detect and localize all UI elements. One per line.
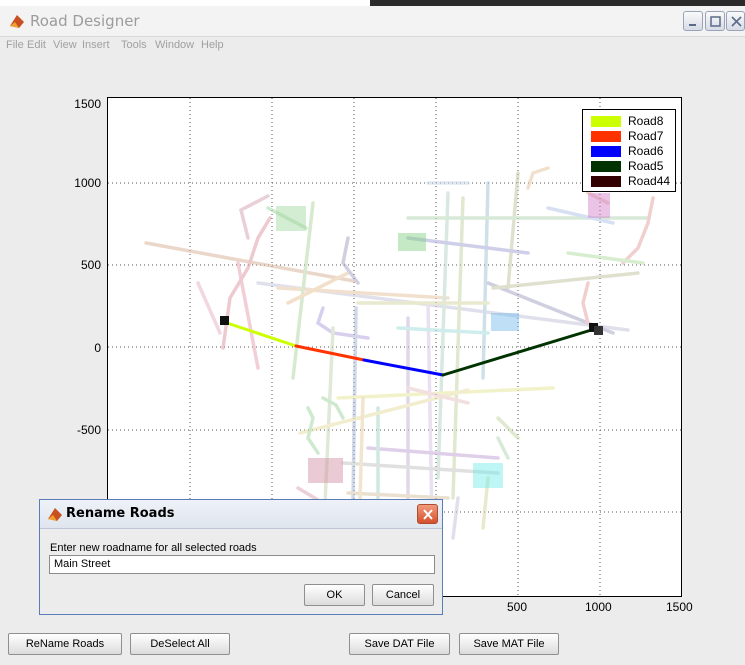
legend-swatch (591, 161, 621, 172)
legend-label: Road5 (628, 159, 664, 173)
save-mat-file-button[interactable]: Save MAT File (459, 633, 559, 655)
menu-window[interactable]: Window (155, 39, 194, 51)
menu-file[interactable]: File (6, 39, 24, 51)
dialog-title-bar[interactable]: Rename Roads (40, 500, 442, 529)
y-tick-label: 1000 (74, 176, 101, 190)
close-icon (731, 16, 742, 27)
menu-bar: File Edit View Insert Tools Window Help (0, 37, 745, 55)
dialog-prompt: Enter new roadname for all selected road… (50, 542, 257, 554)
menu-edit[interactable]: Edit (27, 39, 46, 51)
y-tick-label: -500 (76, 423, 101, 437)
title-bar[interactable]: Road Designer (0, 6, 745, 37)
menu-tools[interactable]: Tools (121, 39, 147, 51)
legend-swatch (591, 176, 621, 187)
x-tick-label: 1000 (585, 600, 612, 614)
close-icon (423, 509, 433, 520)
roadname-input[interactable]: Main Street (49, 555, 435, 574)
legend-swatch (591, 131, 621, 142)
ok-button[interactable]: OK (304, 584, 365, 606)
plot-legend[interactable]: Road8 Road7 Road6 Road5 Road44 (582, 109, 676, 192)
legend-label: Road6 (628, 144, 664, 158)
legend-label: Road8 (628, 114, 664, 128)
matlab-icon (48, 508, 62, 521)
deselect-all-button[interactable]: DeSelect All (130, 633, 230, 655)
matlab-icon (10, 15, 24, 28)
x-tick-label: 1500 (666, 600, 693, 614)
legend-swatch (591, 146, 621, 157)
maximize-icon (710, 16, 721, 27)
dialog-close-button[interactable] (417, 504, 438, 524)
cancel-button[interactable]: Cancel (372, 584, 434, 606)
rename-roads-button[interactable]: ReName Roads (8, 633, 122, 655)
rename-roads-dialog: Rename Roads Enter new roadname for all … (39, 499, 443, 615)
legend-label: Road44 (628, 174, 671, 188)
window-title: Road Designer (30, 12, 140, 30)
maximize-button[interactable] (705, 11, 725, 31)
x-tick-label: 500 (507, 600, 528, 614)
legend-swatch (591, 116, 621, 127)
menu-help[interactable]: Help (201, 39, 224, 51)
y-tick-label: 0 (94, 341, 101, 355)
close-button[interactable] (726, 11, 745, 31)
menu-view[interactable]: View (53, 39, 77, 51)
save-dat-file-button[interactable]: Save DAT File (349, 633, 450, 655)
legend-label: Road7 (628, 129, 664, 143)
y-tick-label: 500 (80, 258, 101, 272)
dialog-title: Rename Roads (66, 506, 175, 521)
menu-insert[interactable]: Insert (82, 39, 110, 51)
minimize-icon (689, 24, 696, 26)
y-tick-label: 1500 (74, 97, 101, 111)
minimize-button[interactable] (683, 11, 703, 31)
